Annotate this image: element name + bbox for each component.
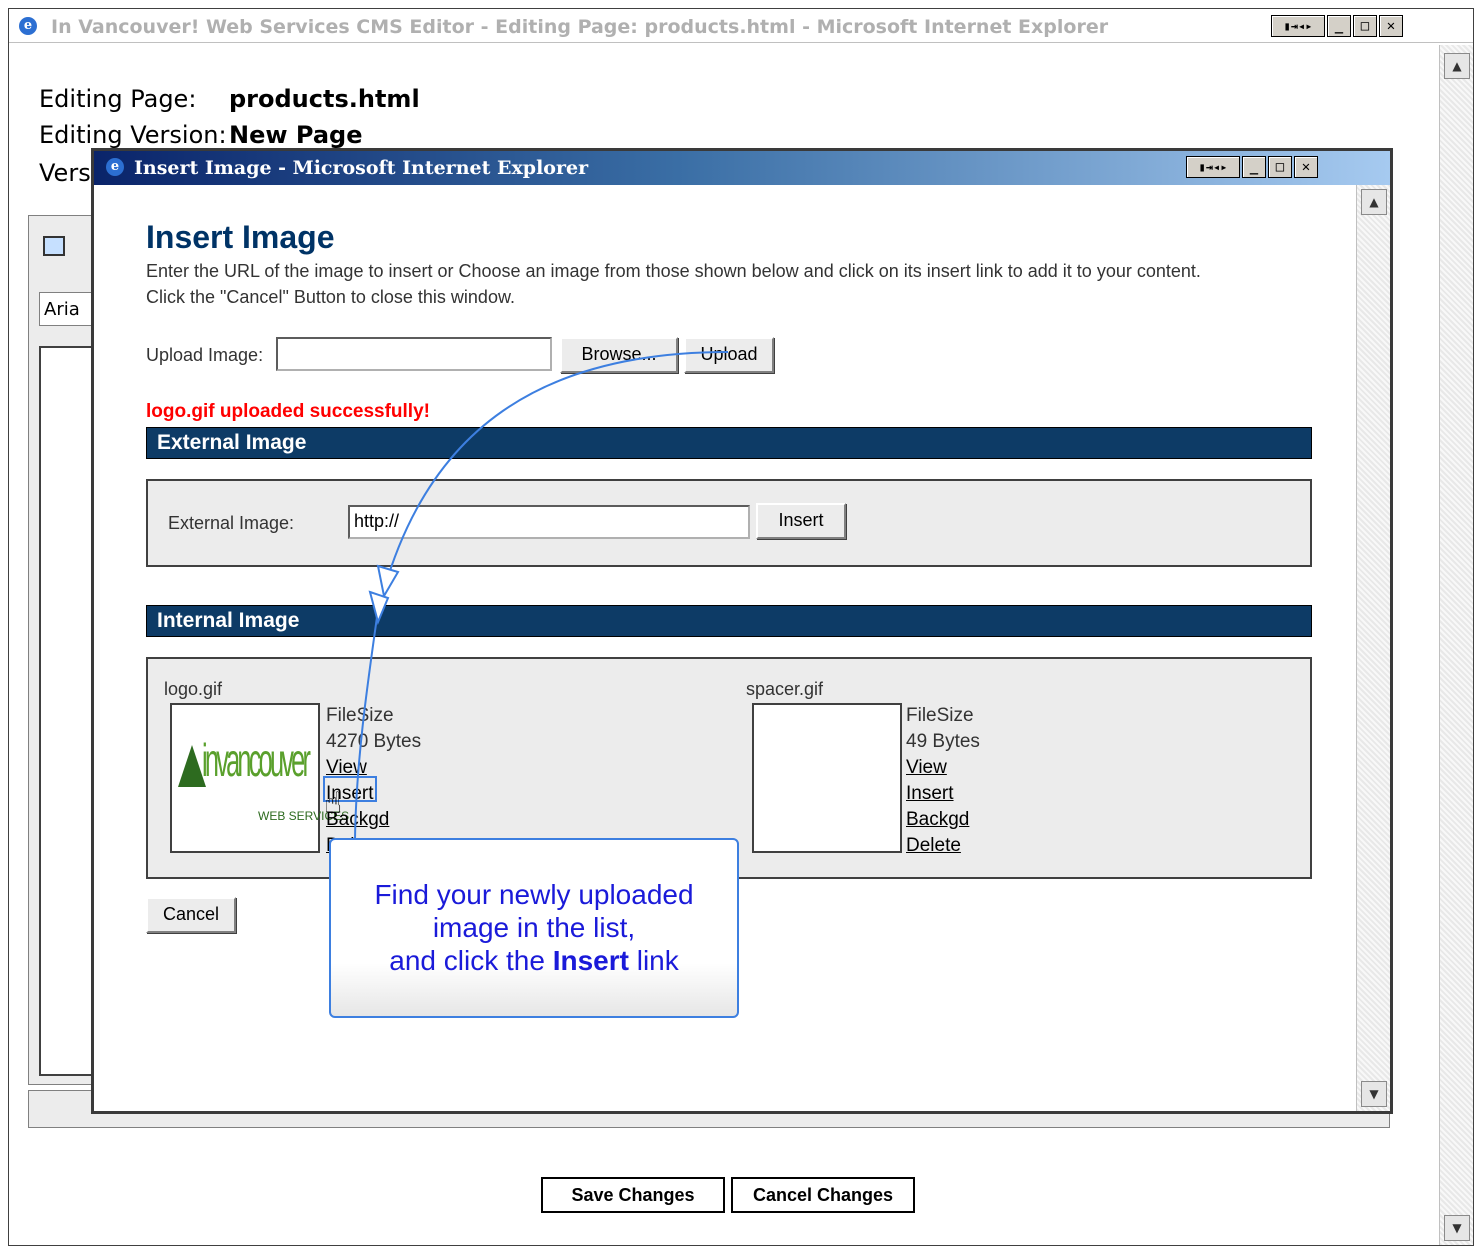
editing-page-value: products.html [229,85,420,113]
outer-title-bar: e In Vancouver! Web Services CMS Editor … [9,9,1473,43]
dialog-heading: Insert Image [146,219,335,255]
callout-line-1: Find your newly uploaded [374,879,694,910]
callout-line-3: and click the Insert link [331,944,737,977]
editing-version-value: New Page [229,121,363,149]
font-select[interactable]: Aria [39,292,99,326]
callout-line-2: image in the list, [432,912,636,943]
instructions-line-1: Enter the URL of the image to insert or … [146,261,1201,281]
upload-success-message: logo.gif uploaded successfully! [146,401,430,422]
dialog-title: Insert Image - Microsoft Internet Explor… [134,157,589,179]
filesize-value: 4270 Bytes [326,731,422,752]
scroll-down-icon[interactable]: ▼ [1361,1081,1387,1107]
view-link[interactable]: View [906,755,980,781]
version-label: Vers [39,159,91,187]
external-image-panel: External Image: http:// Insert [146,479,1312,567]
back-forward-icon[interactable]: ▮⇥◂▸ [1271,15,1325,37]
outer-window-title: In Vancouver! Web Services CMS Editor - … [51,16,1109,38]
close-icon[interactable]: ✕ [1294,156,1318,178]
logo-thumbnail[interactable]: invancouver WEB SERVICES [170,703,349,853]
outer-scrollbar[interactable]: ▲ ▼ [1439,45,1473,1245]
save-changes-button[interactable]: Save Changes [541,1177,725,1213]
ie-logo-icon: e [106,158,124,176]
cancel-changes-button[interactable]: Cancel Changes [731,1177,915,1213]
editor-toolbar-panel: Aria [28,215,99,1085]
upload-image-input[interactable] [276,337,552,371]
dialog-window-controls: ▮⇥◂▸ _ □ ✕ [1186,156,1318,178]
insert-image-dialog: e Insert Image - Microsoft Internet Expl… [91,148,1393,1114]
filesize-label: FileSize [906,705,974,726]
external-image-label: External Image: [168,513,295,533]
browse-button[interactable]: Browse... [560,337,678,373]
filesize-label: FileSize [326,705,394,726]
instruction-callout: Find your newly uploaded image in the li… [329,838,739,1018]
logo-wordmark: invancouver [202,734,311,786]
maximize-icon[interactable]: □ [1268,156,1292,178]
cancel-button[interactable]: Cancel [146,897,236,933]
minimize-icon[interactable]: _ [1327,15,1351,37]
external-image-header: External Image [146,427,1312,459]
outer-window-controls: ▮⇥◂▸ _ □ ✕ [1271,15,1403,37]
image-name-logo: logo.gif [164,679,223,699]
callout-line-3-suffix: link [628,945,679,976]
image-meta-spacer: FileSize 49 Bytes View Insert Backgd Del… [906,703,980,859]
callout-text: Find your newly uploaded image in the li… [331,878,737,977]
scroll-up-icon[interactable]: ▲ [1444,53,1470,79]
minimize-icon[interactable]: _ [1242,156,1266,178]
backgd-link[interactable]: Backgd [906,807,980,833]
hand-cursor-icon: ☝ [324,786,343,821]
back-forward-icon[interactable]: ▮⇥◂▸ [1186,156,1240,178]
insert-link[interactable]: Insert [906,781,980,807]
editing-version-label: Editing Version: [39,121,227,149]
delete-link[interactable]: Delete [906,833,980,859]
ie-logo-icon: e [19,17,37,35]
callout-line-3-prefix: and click the [389,945,553,976]
upload-button[interactable]: Upload [684,337,774,373]
close-icon[interactable]: ✕ [1379,15,1403,37]
image-name-spacer: spacer.gif [746,679,824,699]
editing-page-label: Editing Page: [39,85,197,113]
maximize-icon[interactable]: □ [1353,15,1377,37]
dialog-scrollbar[interactable]: ▲ ▼ [1356,185,1390,1111]
instructions-line-2: Click the "Cancel" Button to close this … [146,287,515,307]
editor-mode-icon[interactable] [43,236,65,256]
upload-image-label: Upload Image: [146,345,264,365]
spacer-thumbnail[interactable] [752,703,902,853]
internal-image-header: Internal Image [146,605,1312,637]
external-image-url-input[interactable]: http:// [348,505,750,539]
scroll-up-icon[interactable]: ▲ [1361,189,1387,215]
dialog-title-bar: e Insert Image - Microsoft Internet Expl… [94,151,1390,185]
filesize-value: 49 Bytes [906,731,980,752]
scroll-down-icon[interactable]: ▼ [1444,1215,1470,1241]
callout-insert-word: Insert [552,945,629,976]
editor-content-area[interactable] [39,346,99,1076]
external-insert-button[interactable]: Insert [756,503,846,539]
